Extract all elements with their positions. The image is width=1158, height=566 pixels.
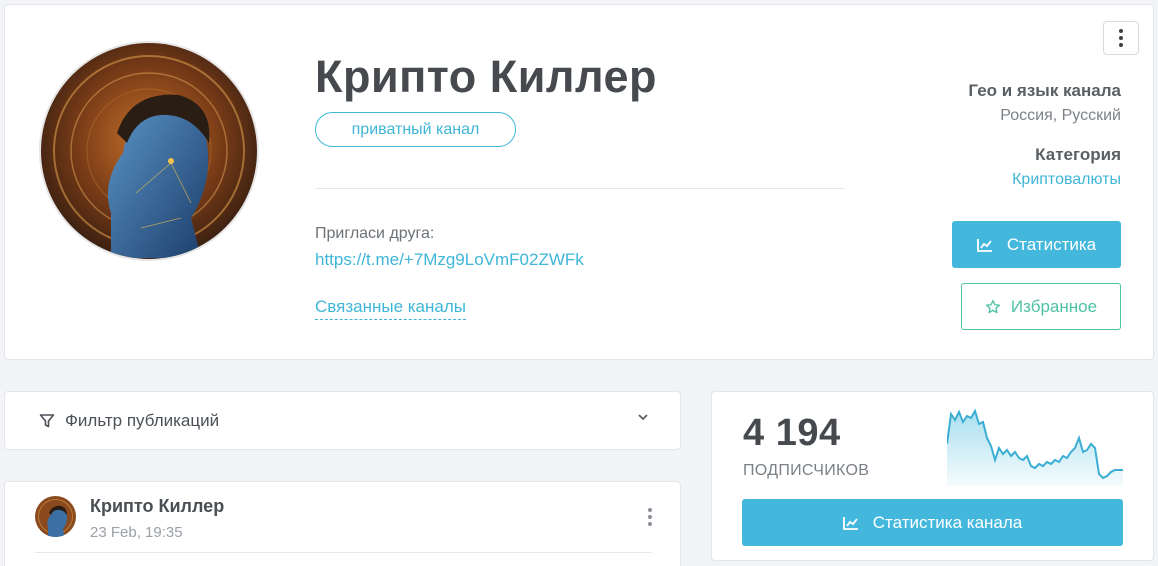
geo-value: Россия, Русский bbox=[1000, 107, 1121, 124]
vertical-dots-icon bbox=[1119, 29, 1123, 47]
geo-label: Гео и язык канала bbox=[968, 81, 1121, 100]
channel-header-card: Крипто Киллер приватный канал Пригласи д… bbox=[4, 4, 1154, 360]
post-author-name: Крипто Киллер bbox=[90, 496, 225, 516]
channel-menu-button[interactable] bbox=[1103, 21, 1139, 55]
star-outline-icon bbox=[985, 299, 1000, 313]
subscriber-count: 4 194 bbox=[743, 412, 841, 454]
statistics-button[interactable]: Статистика bbox=[952, 221, 1121, 268]
funnel-icon bbox=[39, 414, 55, 428]
category-link[interactable]: Криптовалюты bbox=[1012, 171, 1121, 189]
filter-label: Фильтр публикаций bbox=[65, 411, 220, 430]
channel-statistics-button[interactable]: Статистика канала bbox=[742, 499, 1123, 546]
post-menu-button[interactable] bbox=[648, 508, 652, 526]
post-card: Крипто Киллер 23 Feb, 19:35 bbox=[4, 481, 681, 566]
invite-link[interactable]: https://t.me/+7Mzg9LoVmF02ZWFk bbox=[315, 250, 584, 270]
channel-avatar bbox=[39, 41, 259, 261]
chevron-down-icon[interactable] bbox=[636, 410, 650, 424]
category-block: Категория Криптовалюты bbox=[1012, 145, 1121, 189]
filter-card[interactable]: Фильтр публикаций bbox=[4, 391, 681, 450]
invite-label: Пригласи друга: bbox=[315, 225, 435, 242]
channel-title: Крипто Киллер bbox=[315, 51, 657, 102]
subscribers-card: 4 194 ПОДПИСЧИКОВ Статистика канала bbox=[711, 391, 1154, 561]
post-author-avatar bbox=[35, 496, 76, 537]
header-divider bbox=[315, 188, 845, 189]
channel-statistics-button-label: Статистика канала bbox=[872, 512, 1023, 532]
favorite-button[interactable]: Избранное bbox=[961, 283, 1121, 330]
vertical-dots-icon bbox=[648, 508, 652, 526]
category-label: Категория bbox=[1035, 145, 1121, 164]
chart-icon bbox=[842, 516, 858, 530]
statistics-button-label: Статистика bbox=[1006, 234, 1097, 254]
private-channel-badge: приватный канал bbox=[315, 112, 516, 147]
geo-block: Гео и язык канала Россия, Русский bbox=[968, 81, 1121, 125]
favorite-button-label: Избранное bbox=[1010, 296, 1098, 316]
subscriber-label: ПОДПИСЧИКОВ bbox=[743, 462, 870, 479]
post-timestamp: 23 Feb, 19:35 bbox=[90, 524, 183, 541]
subscribers-sparkline bbox=[947, 408, 1123, 486]
post-divider bbox=[35, 552, 652, 553]
chart-icon bbox=[976, 238, 992, 252]
related-channels-link[interactable]: Связанные каналы bbox=[315, 297, 466, 320]
